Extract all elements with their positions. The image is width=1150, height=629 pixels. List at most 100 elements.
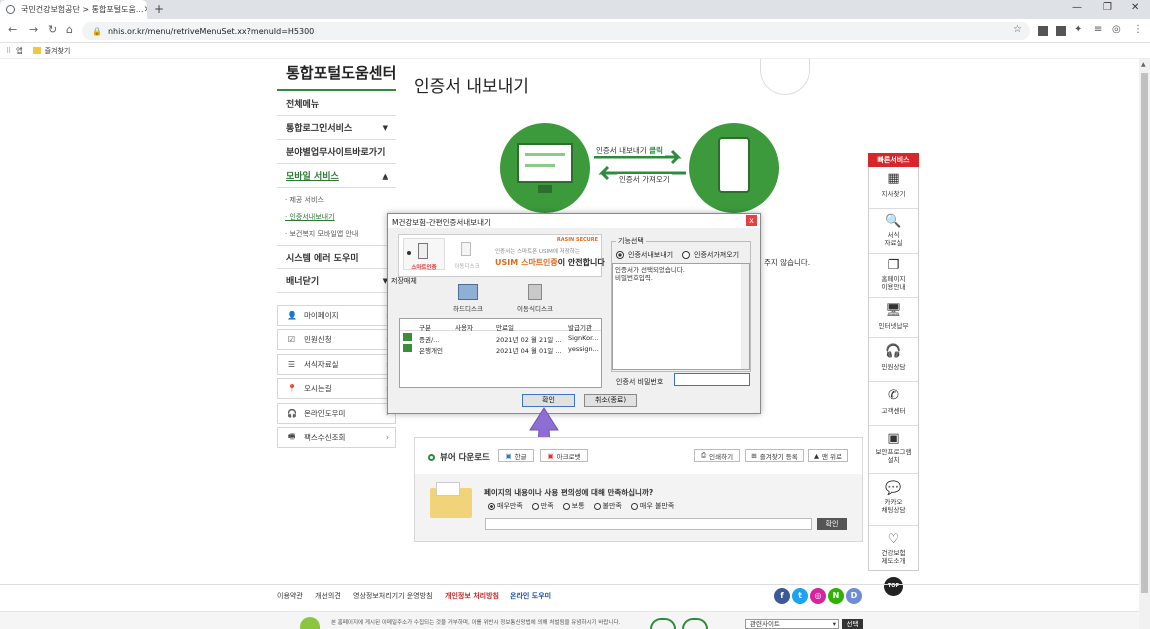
sidebar-item-error-helper[interactable]: 시스템 에러 도우미: [277, 245, 396, 269]
table-row[interactable]: 증권/... 2021년 02 월 21일 ... SignKor...: [400, 332, 601, 344]
acrobat-viewer-button[interactable]: ▣ 아크로뱃: [540, 449, 588, 462]
cancel-button[interactable]: 취소(종료): [584, 394, 637, 407]
quick-item-kakao-chat[interactable]: 💬 카카오 채팅상담: [869, 476, 918, 526]
security-program-icon: ▣: [887, 431, 900, 446]
blog-icon[interactable]: D: [846, 588, 862, 604]
menu-dots-icon[interactable]: ⋮: [1133, 24, 1143, 35]
url-text: nhis.or.kr/menu/retriveMenuSet.xx?menuId…: [107, 26, 315, 36]
bookmark-apps[interactable]: 앱: [16, 46, 22, 56]
export-label: 인증서 내보내기 클릭: [594, 145, 665, 156]
option-satisfied[interactable]: 만족: [531, 501, 554, 511]
sidebar-subitem-services[interactable]: · 제공 서비스: [285, 195, 324, 205]
footer-link-feedback[interactable]: 개선의견: [315, 591, 341, 601]
hangul-viewer-button[interactable]: ▣ 한글: [498, 449, 534, 462]
puzzle-icon[interactable]: ✦: [1074, 24, 1082, 35]
forms-library-button[interactable]: ☰ 서식자료실›: [277, 354, 396, 375]
sidebar-item-integrated-login[interactable]: 통합로그인서비스 ▼: [277, 116, 396, 140]
playlist-icon[interactable]: ≡: [1094, 24, 1102, 35]
online-helper-button[interactable]: 🎧 온라인도우미›: [277, 403, 396, 424]
option-dissatisfied[interactable]: 불만족: [593, 501, 622, 511]
option-very-satisfied[interactable]: 매우만족: [488, 501, 523, 511]
bookmarks-bar: ⠿ 앱 즐겨찾기: [0, 43, 1150, 59]
scrollbar-thumb[interactable]: [1141, 73, 1148, 593]
radio-unchecked-icon: [531, 502, 539, 510]
quick-item-counsel[interactable]: 🎧 민원상담: [869, 340, 918, 382]
quick-item-customer-center[interactable]: ✆ 고객센터: [869, 384, 918, 426]
sidebar-item-site-shortcuts[interactable]: 분야별업무사이트바로가기: [277, 140, 396, 164]
headset-icon: 🎧: [885, 344, 902, 359]
profile-icon[interactable]: ◎: [1112, 24, 1121, 35]
print-button[interactable]: ⎙ 인쇄하기: [694, 449, 740, 462]
page-scrollbar[interactable]: ▲: [1139, 59, 1150, 629]
building-icon: ▦: [887, 171, 900, 186]
page-top-button[interactable]: ▲ 맨 위로: [808, 449, 848, 462]
function-label: 기능선택: [616, 236, 646, 246]
footer-link-terms[interactable]: 이용약관: [277, 591, 303, 601]
quick-item-forms[interactable]: 🔍 서식 자료실: [869, 211, 918, 254]
reload-icon[interactable]: ↻: [48, 23, 57, 36]
quick-item-branch[interactable]: ▦ 지사찾기: [869, 171, 918, 209]
sidebar-item-label: 통합로그인서비스: [286, 124, 353, 134]
mypage-button[interactable]: 👤 마이페이지›: [277, 305, 396, 326]
sidebar-item-mobile-service[interactable]: 모바일 서비스 ▲: [277, 164, 396, 188]
related-site-go-button[interactable]: 선택: [842, 619, 863, 629]
fax-lookup-button[interactable]: 🖷 팩스수신조회 ›: [277, 427, 396, 448]
removable-disk-option[interactable]: 이동식디스크: [505, 284, 565, 313]
bookmark-favorites[interactable]: 즐겨찾기: [45, 46, 71, 56]
back-icon[interactable]: ←: [8, 23, 17, 36]
footer-link-online-helper[interactable]: 온라인 도우미: [510, 591, 551, 601]
forward-icon[interactable]: →: [29, 23, 38, 36]
table-row[interactable]: 은행개인 2021년 04 월 01일 ... yessign...: [400, 343, 601, 355]
home-icon[interactable]: ⌂: [66, 23, 73, 36]
related-site-select[interactable]: 관련사이트 ▾: [745, 619, 839, 629]
message-scrollbar[interactable]: [741, 264, 749, 369]
mobile-disk-tab[interactable]: 이동디스크: [447, 238, 487, 270]
restore-icon[interactable]: ❐: [1103, 2, 1112, 13]
radio-checked-icon: [616, 251, 624, 259]
hard-disk-option[interactable]: 하드디스크: [438, 284, 498, 313]
instagram-icon[interactable]: ◎: [810, 588, 826, 604]
sidebar-subitem-cert-export[interactable]: · 인증서내보내기: [285, 212, 335, 222]
footer-notice: 본 홈페이지에 게시된 이메일주소가 수집되는 것을 거부하며, 이를 위반시 …: [331, 620, 621, 626]
footer-link-cctv-policy[interactable]: 영상정보처리기기 운영방침: [353, 591, 433, 601]
password-label: 인증서 비밀번호: [616, 378, 664, 386]
quick-item-insurance-intro[interactable]: ♡ 건강보험 제도소개: [869, 528, 918, 570]
footer-link-privacy[interactable]: 개인정보 처리방침: [445, 591, 499, 601]
sidebar-item-label: 분야별업무사이트바로가기: [286, 148, 386, 158]
dialog-close-button[interactable]: x: [746, 215, 757, 226]
password-input[interactable]: [674, 373, 750, 386]
quick-item-homepage-guide[interactable]: ❐ 홈페이지 이용안내: [869, 255, 918, 298]
apps-grid-icon[interactable]: ⠿: [6, 47, 11, 55]
extension-1-icon[interactable]: [1038, 26, 1048, 36]
top-button[interactable]: TOP: [884, 577, 903, 596]
sidebar-item-close-banner[interactable]: 배너닫기 ▼: [277, 269, 396, 293]
quick-item-security-program[interactable]: ▣ 보안프로그램 설치: [869, 428, 918, 474]
radio-export[interactable]: 인증서내보내기: [616, 250, 673, 260]
option-neutral[interactable]: 보통: [562, 501, 585, 511]
twitter-icon[interactable]: t: [792, 588, 808, 604]
sidebar-subitem-mobile-app[interactable]: · 보건복지 모바일앱 안내: [285, 229, 358, 239]
close-window-icon[interactable]: ✕: [1131, 2, 1139, 13]
extension-2-icon[interactable]: [1056, 26, 1066, 36]
survey-submit-button[interactable]: 확인: [817, 518, 847, 530]
star-icon[interactable]: ☆: [1013, 24, 1022, 35]
civil-request-button[interactable]: ☑ 민원신청›: [277, 329, 396, 350]
quick-label: 지사찾기: [881, 190, 906, 198]
directions-button[interactable]: 📍 오시는길›: [277, 378, 396, 399]
option-very-dissatisfied[interactable]: 매우 불만족: [630, 501, 674, 511]
radio-import[interactable]: 인증서가져오기: [682, 250, 739, 260]
minimize-icon[interactable]: —: [1072, 2, 1082, 13]
survey-comment-input[interactable]: [485, 518, 812, 530]
quick-item-internet-pay[interactable]: 🖥 인터넷납부: [869, 300, 918, 338]
scroll-up-icon[interactable]: ▲: [1141, 61, 1146, 68]
facebook-icon[interactable]: f: [774, 588, 790, 604]
smart-auth-tab[interactable]: 스마트인증: [403, 238, 445, 271]
new-tab-button[interactable]: +: [154, 2, 164, 16]
browser-tab[interactable]: 국민건강보험공단 > 통합포털도움... ✕: [0, 0, 147, 19]
button-label: 오시는길: [304, 384, 332, 393]
url-field[interactable]: 🔒 nhis.or.kr/menu/retriveMenuSet.xx?menu…: [82, 22, 1030, 40]
sidebar-item-all-menu[interactable]: 전체메뉴: [277, 92, 396, 116]
favorite-button[interactable]: ⊞ 즐겨찾기 등록: [745, 449, 804, 462]
naver-icon[interactable]: N: [828, 588, 844, 604]
tab-close-icon[interactable]: ✕: [143, 5, 147, 15]
